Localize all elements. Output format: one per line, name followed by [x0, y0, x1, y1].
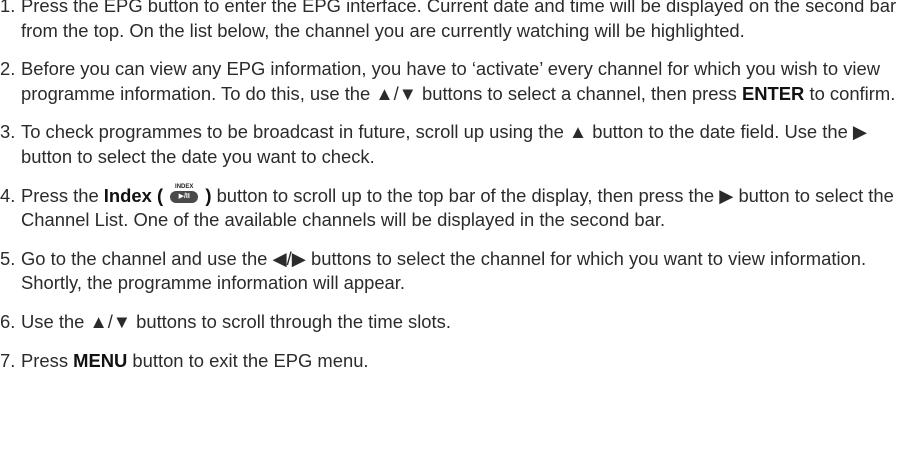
- index-icon-caption: INDEX: [175, 183, 194, 190]
- step-text: Press the EPG button to enter the EPG in…: [21, 0, 897, 41]
- enter-key-label: ENTER: [742, 82, 805, 104]
- step-number: 3.: [0, 121, 16, 143]
- step-1: 1. Press the EPG button to enter the EPG…: [0, 0, 903, 43]
- index-key-label: Index (: [103, 184, 164, 206]
- menu-key-label: MENU: [73, 349, 128, 371]
- step-2: 2. Before you can view any EPG informati…: [0, 57, 903, 106]
- step-4: 4. Press the Index ( INDEX ▶/II ) button …: [0, 184, 903, 233]
- step-number: 7.: [0, 349, 16, 371]
- step-number: 5.: [0, 247, 16, 269]
- step-text: Before you can view any EPG information,…: [21, 57, 903, 106]
- step-text: Press the Index ( INDEX ▶/II ) button to …: [21, 184, 903, 233]
- step-7: 7. Press MENU button to exit the EPG men…: [0, 349, 903, 374]
- step-3: 3. To check programmes to be broadcast i…: [0, 120, 903, 169]
- index-button-icon: INDEX ▶/II: [169, 183, 199, 204]
- step-text-part: to confirm.: [804, 82, 896, 104]
- step-number: 2.: [0, 58, 16, 80]
- step-number: 1.: [0, 0, 16, 16]
- step-text-part: Press: [21, 349, 74, 371]
- step-5: 5. Go to the channel and use the ◀/▶ but…: [0, 247, 903, 296]
- step-text: To check programmes to be broadcast in f…: [21, 121, 868, 167]
- instruction-page: 1. Press the EPG button to enter the EPG…: [0, 0, 903, 453]
- step-number: 4.: [0, 184, 16, 206]
- step-6: 6. Use the ▲/▼ buttons to scroll through…: [0, 310, 903, 335]
- step-text-part: Press the: [21, 184, 104, 206]
- step-text: Press MENU button to exit the EPG menu.: [21, 349, 903, 374]
- step-text: Use the ▲/▼ buttons to scroll through th…: [21, 310, 451, 332]
- play-pause-icon: ▶/II: [170, 190, 199, 203]
- step-text: Go to the channel and use the ◀/▶ button…: [21, 247, 867, 294]
- step-text-part: button to exit the EPG menu.: [127, 349, 369, 371]
- step-number: 6.: [0, 310, 16, 332]
- epg-instruction-list: 1. Press the EPG button to enter the EPG…: [0, 0, 903, 373]
